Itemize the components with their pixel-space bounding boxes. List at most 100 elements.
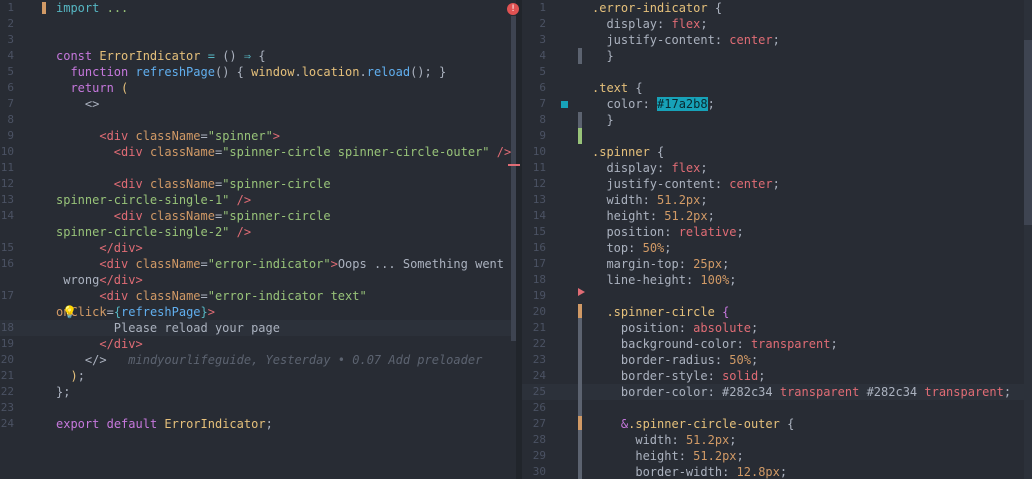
code-text[interactable]: <div className="spinner-circle: [56, 176, 331, 192]
code-text[interactable]: );: [56, 368, 84, 384]
code-text[interactable]: background-color: transparent;: [592, 336, 838, 352]
code-line[interactable]: 11: [0, 160, 516, 176]
right-editor-pane[interactable]: 1 .error-indicator {2 display: flex; 3 jus…: [522, 0, 1032, 479]
code-line[interactable]: 10 .spinner {: [522, 144, 1032, 160]
code-text[interactable]: }: [592, 48, 613, 64]
code-text[interactable]: border-style: solid;: [592, 368, 766, 384]
code-line[interactable]: 9 <div className="spinner">: [0, 128, 516, 144]
code-text[interactable]: };: [56, 384, 70, 400]
code-text[interactable]: .error-indicator {: [592, 0, 722, 16]
code-line[interactable]: 21 position: absolute;: [522, 320, 1032, 336]
code-line[interactable]: 12 <div className="spinner-circle: [0, 176, 516, 192]
code-text[interactable]: <div className="spinner-circle spinner-c…: [56, 144, 511, 160]
code-line[interactable]: 15 </div>: [0, 240, 516, 256]
code-line[interactable]: 22};: [0, 384, 516, 400]
code-line[interactable]: 20 </> mindyourlifeguide, Yesterday • 0.…: [0, 352, 516, 368]
code-line[interactable]: 16 <div className="error-indicator">Oops…: [0, 256, 516, 272]
code-line[interactable]: 4 const ErrorIndicator = () ⇒ {: [0, 48, 516, 64]
code-line[interactable]: 23: [0, 400, 516, 416]
code-text[interactable]: width: 51.2px;: [592, 432, 736, 448]
code-text[interactable]: <div className="spinner">: [56, 128, 280, 144]
code-text[interactable]: <div className="error-indicator">Oops ..…: [56, 256, 504, 272]
code-text[interactable]: spinner-circle-single-2" />: [56, 224, 251, 240]
code-line[interactable]: 10 <div className="spinner-circle spinne…: [0, 144, 516, 160]
code-text[interactable]: height: 51.2px;: [592, 208, 714, 224]
code-text[interactable]: line-height: 100%;: [592, 272, 736, 288]
code-line[interactable]: 18 Please reload your page: [0, 320, 516, 336]
code-text[interactable]: border-width: 12.8px;: [592, 464, 787, 479]
code-text[interactable]: </div>: [56, 240, 142, 256]
code-line[interactable]: 13 width: 51.2px;: [522, 192, 1032, 208]
code-line[interactable]: 29 height: 51.2px;: [522, 448, 1032, 464]
code-text[interactable]: </> mindyourlifeguide, Yesterday • 0.07 …: [56, 352, 482, 368]
code-line[interactable]: 2: [0, 16, 516, 32]
code-text[interactable]: return (: [56, 80, 128, 96]
code-line[interactable]: onClick={refreshPage}>: [0, 304, 516, 320]
code-text[interactable]: position: relative;: [592, 224, 743, 240]
code-text[interactable]: top: 50%;: [592, 240, 671, 256]
code-line[interactable]: 9: [522, 128, 1032, 144]
code-line[interactable]: 3: [0, 32, 516, 48]
code-line[interactable]: 7 <>: [0, 96, 516, 112]
code-text[interactable]: <>: [56, 96, 99, 112]
code-text[interactable]: <div className="error-indicator text": [56, 288, 366, 304]
code-line[interactable]: 26: [522, 400, 1032, 416]
code-line[interactable]: 17 margin-top: 25px;: [522, 256, 1032, 272]
code-text[interactable]: border-color: #282c34 transparent #282c3…: [592, 384, 1011, 400]
code-text[interactable]: &.spinner-circle-outer {: [592, 416, 794, 432]
code-line[interactable]: 8: [0, 112, 516, 128]
code-line[interactable]: 22 background-color: transparent;: [522, 336, 1032, 352]
code-line[interactable]: 1 .error-indicator {: [522, 0, 1032, 16]
code-line[interactable]: 24 border-style: solid;: [522, 368, 1032, 384]
code-text[interactable]: Please reload your page: [56, 320, 280, 336]
code-line[interactable]: 17 <div className="error-indicator text": [0, 288, 516, 304]
code-line[interactable]: 2 display: flex;: [522, 16, 1032, 32]
code-line[interactable]: spinner-circle-single-2" />: [0, 224, 516, 240]
code-line[interactable]: 28 width: 51.2px;: [522, 432, 1032, 448]
code-line[interactable]: 13 spinner-circle-single-1" />: [0, 192, 516, 208]
code-line[interactable]: 14 <div className="spinner-circle: [0, 208, 516, 224]
code-text[interactable]: margin-top: 25px;: [592, 256, 729, 272]
code-text[interactable]: wrong</div>: [56, 272, 143, 288]
code-text[interactable]: position: absolute;: [592, 320, 758, 336]
right-scrollbar-thumb[interactable]: [1024, 40, 1032, 225]
code-line[interactable]: 27 &.spinner-circle-outer {: [522, 416, 1032, 432]
code-line[interactable]: 23 border-radius: 50%;: [522, 352, 1032, 368]
code-text[interactable]: height: 51.2px;: [592, 448, 743, 464]
code-line[interactable]: 21 );: [0, 368, 516, 384]
code-line[interactable]: 1 import ...: [0, 0, 516, 16]
code-line[interactable]: 25 border-color: #282c34 transparent #28…: [522, 384, 1032, 400]
code-text[interactable]: justify-content: center;: [592, 32, 779, 48]
code-line[interactable]: 20 .spinner-circle {: [522, 304, 1032, 320]
code-line[interactable]: 12 justify-content: center;: [522, 176, 1032, 192]
code-text[interactable]: border-radius: 50%;: [592, 352, 758, 368]
code-text[interactable]: spinner-circle-single-1" />: [56, 192, 251, 208]
code-text[interactable]: justify-content: center;: [592, 176, 779, 192]
code-line[interactable]: 8 }: [522, 112, 1032, 128]
code-text[interactable]: display: flex;: [592, 16, 707, 32]
code-line[interactable]: 11 display: flex;: [522, 160, 1032, 176]
code-line[interactable]: 14 height: 51.2px;: [522, 208, 1032, 224]
code-text[interactable]: onClick={refreshPage}>: [56, 304, 215, 320]
code-text[interactable]: import ...: [56, 0, 128, 16]
code-line[interactable]: 4 }: [522, 48, 1032, 64]
code-text[interactable]: const ErrorIndicator = () ⇒ {: [56, 48, 266, 64]
code-line[interactable]: wrong</div>: [0, 272, 516, 288]
code-text[interactable]: color: #17a2b8;: [592, 96, 715, 112]
code-line[interactable]: 30 border-width: 12.8px;: [522, 464, 1032, 479]
code-text[interactable]: </div>: [56, 336, 142, 352]
left-scrollbar[interactable]: [511, 16, 516, 341]
error-badge-icon[interactable]: !: [507, 3, 519, 15]
code-text[interactable]: .text {: [592, 80, 643, 96]
code-line[interactable]: 5: [522, 64, 1032, 80]
lightbulb-icon[interactable]: 💡: [62, 305, 77, 319]
code-line[interactable]: 6 .text {: [522, 80, 1032, 96]
code-text[interactable]: .spinner-circle {: [592, 304, 729, 320]
code-line[interactable]: 6 return (: [0, 80, 516, 96]
code-line[interactable]: 5 function refreshPage() { window.locati…: [0, 64, 516, 80]
code-text[interactable]: function refreshPage() { window.location…: [56, 64, 446, 80]
code-line[interactable]: 15 position: relative;: [522, 224, 1032, 240]
code-text[interactable]: width: 51.2px;: [592, 192, 707, 208]
code-line[interactable]: 24 export default ErrorIndicator;: [0, 416, 516, 432]
code-text[interactable]: export default ErrorIndicator;: [56, 416, 273, 432]
